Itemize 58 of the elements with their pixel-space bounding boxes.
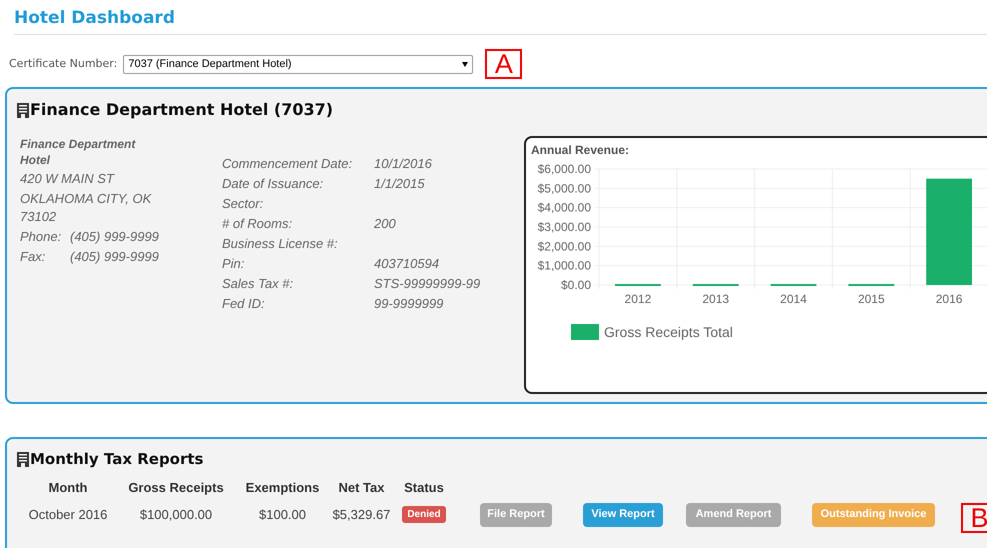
field-label: Fax: xyxy=(20,248,46,266)
field-value: (405) 999-9999 xyxy=(70,228,159,246)
field-label: Commencement Date: xyxy=(222,155,354,173)
certificate-label: Certificate Number: xyxy=(9,56,118,72)
field-label: Date of Issuance: xyxy=(222,175,324,193)
report-button[interactable]: Outstanding Invoice xyxy=(812,502,935,526)
field-label: Sales Tax #: xyxy=(222,275,294,293)
hotel-name: Finance Department Hotel xyxy=(20,136,137,168)
report-button[interactable]: View Report xyxy=(583,502,663,526)
axis-tick-label: $3,000.00 xyxy=(538,220,591,234)
column-header: Exemptions xyxy=(244,478,320,496)
field-value: 10/1/2016 xyxy=(374,155,432,173)
table-cell-text: October 2016 xyxy=(28,506,108,524)
callout-label: A xyxy=(485,49,522,79)
axis-tick-label: $1,000.00 xyxy=(538,258,591,273)
panel-title: Finance Department Hotel (7037) xyxy=(30,99,334,121)
column-header: Status xyxy=(403,478,445,496)
axis-tick-label: $4,000.00 xyxy=(538,200,591,215)
column-header: Gross Receipts xyxy=(127,478,225,496)
address-line: 420 W MAIN ST xyxy=(20,170,116,188)
dropdown-icon xyxy=(462,62,468,66)
axis-tick-label: 2013 xyxy=(702,292,730,306)
certificate-select[interactable]: 7037 (Finance Department Hotel) xyxy=(123,54,474,74)
axis-tick-label: 2014 xyxy=(780,292,807,306)
chart-title: Annual Revenue: xyxy=(531,142,630,159)
legend-swatch xyxy=(571,324,599,340)
column-header: Month xyxy=(48,478,88,496)
column-header: Net Tax xyxy=(338,478,386,496)
status-badge: Denied xyxy=(402,506,446,523)
field-value: 200 xyxy=(374,215,396,233)
axis-tick-label: 2015 xyxy=(858,292,885,306)
field-value: 403710594 xyxy=(374,255,440,273)
field-label: Pin: xyxy=(222,255,246,273)
field-label: Fed ID: xyxy=(222,295,266,313)
building-icon xyxy=(17,102,29,118)
axis-tick-label: 2012 xyxy=(624,292,652,306)
address-line: OKLAHOMA CITY, OK 73102 xyxy=(20,190,152,226)
axis-tick-label: $2,000.00 xyxy=(538,239,591,254)
field-value: (405) 999-9999 xyxy=(70,248,159,266)
field-label: Business License #: xyxy=(222,235,339,253)
legend-label: Gross Receipts Total xyxy=(604,324,733,340)
page-title: Hotel Dashboard xyxy=(14,7,176,30)
field-value: STS-99999999-99 xyxy=(374,275,480,293)
table-cell-text: $100.00 xyxy=(258,506,307,524)
field-value: 99-9999999 xyxy=(374,295,444,313)
axis-tick-label: 2016 xyxy=(936,292,962,306)
axis-tick-label: $5,000.00 xyxy=(538,181,591,196)
field-label: Phone: xyxy=(20,228,62,246)
axis-tick-label: $0.00 xyxy=(560,278,591,292)
table-cell-text: $5,329.67 xyxy=(332,506,392,524)
callout-label: B xyxy=(961,503,987,533)
field-label: # of Rooms: xyxy=(222,215,294,233)
building-icon xyxy=(17,452,29,467)
table-cell-text: $100,000.00 xyxy=(138,506,214,524)
field-label: Sector: xyxy=(222,195,264,213)
field-value: 1/1/2015 xyxy=(374,175,425,193)
axis-tick-label: $6,000.00 xyxy=(538,162,591,176)
panel-title: Monthly Tax Reports xyxy=(30,449,204,470)
